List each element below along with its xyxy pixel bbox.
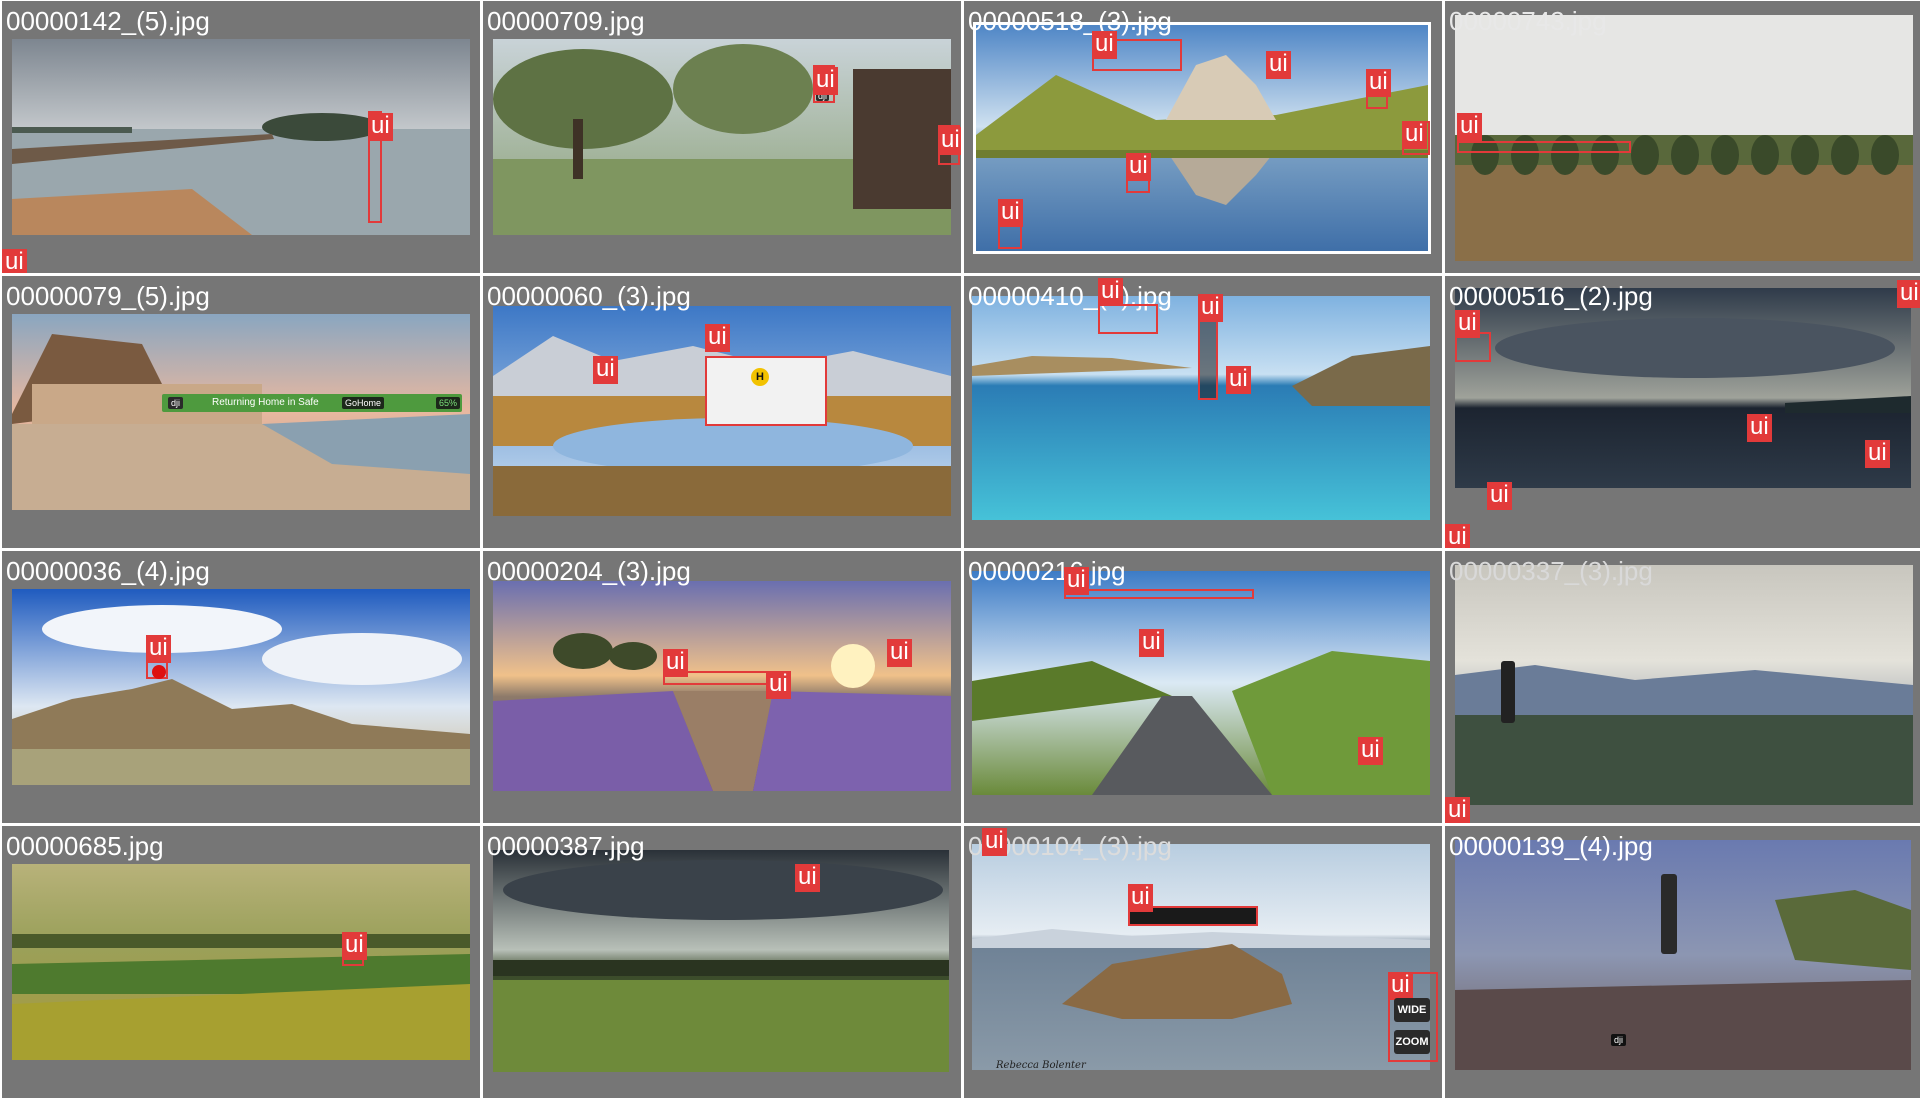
image-tile[interactable]: 00000685.jpg ui [2, 826, 480, 1098]
ui-label: ui [1064, 567, 1089, 595]
photo-cloudy-field [493, 850, 949, 1072]
photo-olive-field [12, 864, 470, 1060]
image-grid: 00000142_(5).jpg ui ui 00000709.jpg ui d… [0, 0, 1920, 1100]
photo-beach-town [12, 314, 470, 510]
ui-label: ui [813, 67, 838, 95]
ui-label: ui [1366, 69, 1391, 97]
ui-label: ui [1358, 737, 1383, 765]
ui-label: ui [1098, 278, 1123, 306]
ui-label: ui [146, 635, 171, 663]
photo-rocky-coast [1455, 840, 1911, 1070]
gohome-button[interactable]: GoHome [342, 397, 385, 409]
zoom-button[interactable]: ZOOM [1394, 1030, 1430, 1054]
ui-label: ui [1402, 121, 1427, 149]
ui-label: ui [593, 356, 618, 384]
ui-label: ui [342, 932, 367, 960]
ui-bounding-box [1064, 589, 1254, 599]
ui-label: ui [1266, 51, 1291, 79]
ui-label: ui [1126, 153, 1151, 181]
photo-misty-valley [1455, 565, 1913, 805]
ui-label: ui [998, 199, 1023, 227]
map-overlay-box[interactable] [705, 356, 827, 426]
photo-stormy-sea [1455, 288, 1911, 488]
ui-label: ui [938, 127, 961, 155]
battery-level: 65% [436, 397, 461, 409]
ui-label: ui [1445, 797, 1470, 823]
tile-filename: 00000709.jpg [487, 6, 645, 36]
ui-label: ui [1139, 629, 1164, 657]
image-tile[interactable]: 00000079_(5).jpg Returning Home in Safe … [2, 276, 480, 548]
tile-filename: 00000337_(3).jpg [1449, 556, 1653, 586]
tile-filename: 00000518_(3).jpg [968, 6, 1172, 36]
image-tile[interactable]: 00000337_(3).jpg ui [1445, 551, 1920, 823]
image-tile[interactable]: 00000104_(3).jpg ui ui ui WIDE ZOOM Rebe… [964, 826, 1442, 1098]
dji-logo: dji [1611, 1034, 1627, 1046]
image-tile[interactable]: 00000387.jpg ui [483, 826, 961, 1098]
ui-bounding-box [1457, 141, 1631, 153]
image-tile[interactable]: 00000216.jpg ui ui ui [964, 551, 1442, 823]
tile-filename: 00000516_(2).jpg [1449, 281, 1653, 311]
ui-label: ui [1487, 482, 1512, 510]
ui-label: ui [887, 639, 912, 667]
tile-filename: 00000685.jpg [6, 831, 164, 861]
ui-label: ui [1457, 113, 1482, 141]
tile-filename: 00000139_(4).jpg [1449, 831, 1653, 861]
photographer-signature: Rebecca Bolenter [996, 1060, 1086, 1071]
ui-label: ui [1128, 884, 1153, 912]
image-tile[interactable]: 00000204_(3).jpg ui ui ui [483, 551, 961, 823]
ui-label: ui [1747, 414, 1772, 442]
ui-label: ui [705, 324, 730, 352]
camera-control-bar[interactable] [1661, 874, 1677, 954]
ui-label: ui [1198, 294, 1223, 322]
wide-button[interactable]: WIDE [1394, 998, 1430, 1022]
tile-filename: 00000142_(5).jpg [6, 6, 210, 36]
image-tile[interactable]: 00000743.jpg ui [1445, 1, 1920, 273]
photo-pier-lake [12, 39, 470, 235]
tile-filename: 00000743.jpg [1449, 6, 1607, 36]
camera-shutter-panel[interactable] [1501, 661, 1515, 723]
ui-label: ui [1226, 366, 1251, 394]
ui-label: ui [766, 671, 791, 699]
tile-filename: 00000079_(5).jpg [6, 281, 210, 311]
tile-filename: 00000036_(4).jpg [6, 556, 210, 586]
photo-lavender-sunset [493, 581, 951, 791]
ui-label: ui [2, 249, 27, 273]
image-tile[interactable]: 00000139_(4).jpg dji [1445, 826, 1920, 1098]
image-tile[interactable]: 00000142_(5).jpg ui ui [2, 1, 480, 273]
image-tile[interactable]: 00000518_(3).jpg ui ui ui ui ui ui [964, 1, 1442, 273]
home-point-marker: H [751, 368, 769, 386]
photo-desert-rock [12, 589, 470, 785]
image-tile[interactable]: 00000060_(3).jpg ui H ui [483, 276, 961, 548]
photo-forest-meadow [493, 39, 951, 235]
ui-label: ui [1388, 972, 1413, 1000]
ui-label: ui [1092, 31, 1117, 59]
photo-field-trees [1455, 15, 1913, 261]
ui-label: ui [1445, 524, 1470, 548]
photo-rock-island [972, 844, 1430, 1070]
image-tile[interactable]: 00000410_(2).jpg ui ui ui [964, 276, 1442, 548]
tile-filename: 00000387.jpg [487, 831, 645, 861]
ui-label: ui [795, 864, 820, 892]
image-tile[interactable]: 00000516_(2).jpg ui ui ui ui ui ui [1445, 276, 1920, 548]
tile-filename: 00000204_(3).jpg [487, 556, 691, 586]
ui-label: ui [1455, 310, 1480, 338]
ui-label: ui [1897, 280, 1920, 308]
ui-label: ui [368, 113, 393, 141]
ui-label: ui [1865, 440, 1890, 468]
tile-filename: 00000216.jpg [968, 556, 1126, 586]
dji-logo: dji [168, 397, 184, 409]
ui-label: ui [663, 649, 688, 677]
photo-mountain-reflection [973, 22, 1431, 254]
image-tile[interactable]: 00000709.jpg ui dji ui [483, 1, 961, 273]
image-tile[interactable]: 00000036_(4).jpg ui [2, 551, 480, 823]
ui-bounding-box [1098, 304, 1158, 334]
ui-label: ui [982, 828, 1007, 856]
returning-home-banner: Returning Home in Safe [162, 394, 462, 412]
tile-filename: 00000060_(3).jpg [487, 281, 691, 311]
record-icon[interactable] [152, 665, 166, 679]
